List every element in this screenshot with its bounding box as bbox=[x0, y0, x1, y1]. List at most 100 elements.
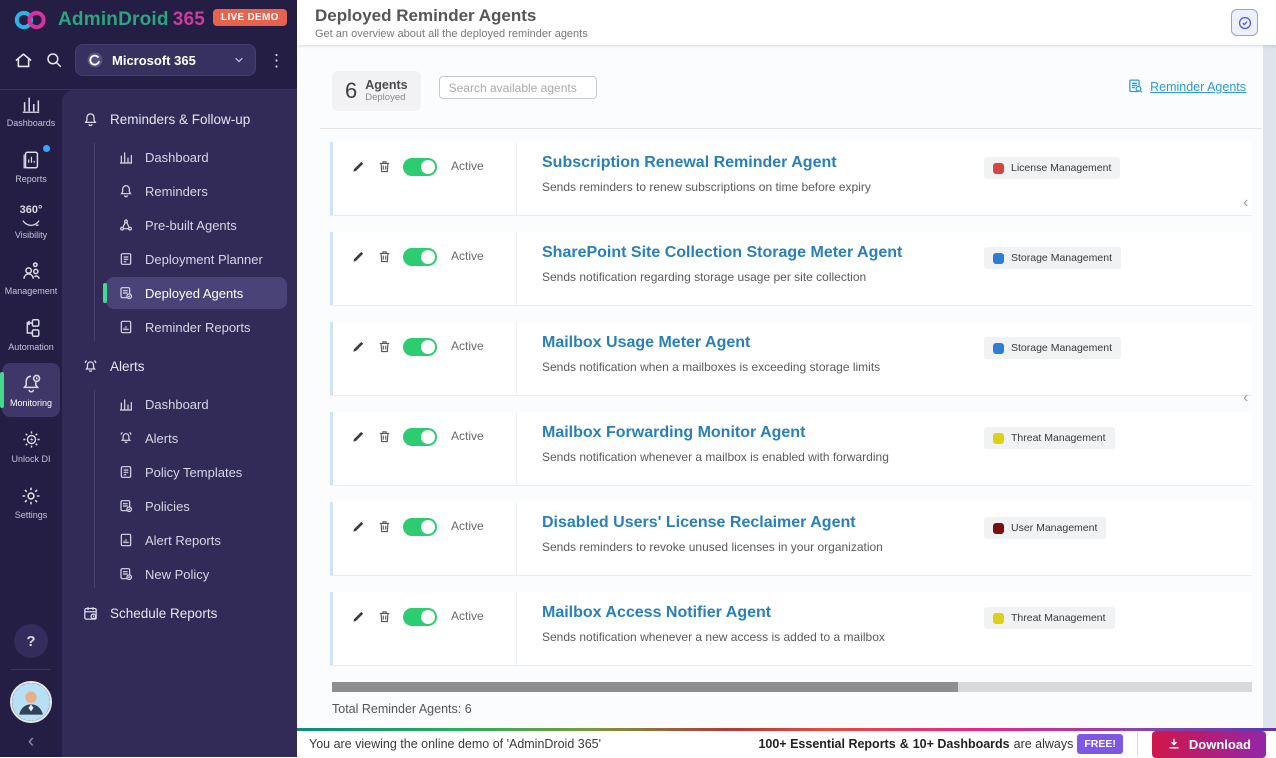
menu-section-reminders-followup[interactable]: Reminders & Follow-up bbox=[70, 102, 287, 139]
page-title: Deployed Reminder Agents bbox=[315, 5, 537, 25]
status-toggle[interactable] bbox=[403, 608, 437, 626]
agent-description: Sends reminders to revoke unused license… bbox=[542, 540, 883, 554]
workspace-selector[interactable]: Microsoft 365 bbox=[75, 44, 256, 76]
kebab-menu-icon[interactable]: ⋮ bbox=[268, 52, 285, 69]
scheduler-button[interactable] bbox=[1231, 9, 1258, 36]
rail-item-reports[interactable]: Reports bbox=[2, 139, 60, 193]
bell-ring-icon bbox=[82, 358, 99, 375]
status-toggle[interactable] bbox=[403, 158, 437, 176]
sidebar-collapse-chevron-icon[interactable]: ‹ bbox=[28, 732, 34, 751]
horizontal-scrollbar[interactable] bbox=[332, 682, 1252, 692]
menu-item-deployed-agents[interactable]: Deployed Agents bbox=[103, 277, 287, 309]
category-label: Storage Management bbox=[1011, 252, 1112, 264]
settings-gear-icon bbox=[20, 485, 42, 507]
rail-item-unlock-di[interactable]: Unlock DI bbox=[2, 419, 60, 473]
category-color-dot bbox=[993, 612, 1004, 624]
agent-name-link[interactable]: Mailbox Access Notifier Agent bbox=[542, 604, 771, 622]
category-label: Threat Management bbox=[1011, 612, 1106, 624]
main-panel: Deployed Reminder Agents Get an overview… bbox=[297, 0, 1276, 758]
divider bbox=[320, 128, 1262, 129]
status-toggle[interactable] bbox=[403, 518, 437, 536]
rail-bottom: ? ‹ bbox=[10, 624, 52, 757]
chevron-left-icon[interactable]: ‹ bbox=[1243, 195, 1257, 211]
status-toggle[interactable] bbox=[403, 248, 437, 266]
menu-item-deployment-planner[interactable]: Deployment Planner bbox=[106, 243, 287, 275]
divider bbox=[11, 669, 51, 670]
agent-description: Sends notification regarding storage usa… bbox=[542, 270, 867, 284]
workspace-label: Microsoft 365 bbox=[112, 52, 196, 68]
category-label: User Management bbox=[1011, 522, 1098, 534]
reminder-agents-link[interactable]: Reminder Agents bbox=[1127, 78, 1246, 95]
rail-item-automation[interactable]: Automation bbox=[2, 307, 60, 361]
user-avatar[interactable] bbox=[10, 681, 52, 723]
trash-icon[interactable] bbox=[377, 609, 392, 624]
agent-description: Sends notification whenever a new access… bbox=[542, 630, 885, 644]
search-input[interactable] bbox=[438, 76, 597, 99]
agent-name-link[interactable]: SharePoint Site Collection Storage Meter… bbox=[542, 244, 902, 262]
agent-name-link[interactable]: Mailbox Usage Meter Agent bbox=[542, 334, 750, 352]
pencil-icon[interactable] bbox=[351, 429, 366, 444]
menu-item-reminder-reports[interactable]: Reminder Reports bbox=[106, 311, 287, 343]
agents-count-labels: Agents Deployed bbox=[365, 78, 407, 104]
menu-item-alerts[interactable]: Alerts bbox=[106, 422, 287, 454]
chevron-left-icon[interactable]: ‹ bbox=[1243, 390, 1257, 406]
page-header-text: Deployed Reminder Agents Get an overview… bbox=[315, 6, 588, 40]
menu-item-schedule-reports[interactable]: Schedule Reports bbox=[70, 596, 287, 633]
menu-item-alert-reports[interactable]: Alert Reports bbox=[106, 524, 287, 556]
search-icon[interactable] bbox=[45, 51, 63, 69]
trash-icon[interactable] bbox=[377, 159, 392, 174]
pencil-icon[interactable] bbox=[351, 519, 366, 534]
module-rail: Dashboards Reports 360° Visibility Manag… bbox=[0, 82, 62, 757]
menu-item-reminders[interactable]: Reminders bbox=[106, 175, 287, 207]
rail-item-label: Automation bbox=[8, 341, 54, 352]
trash-icon[interactable] bbox=[377, 429, 392, 444]
status-label: Active bbox=[451, 429, 484, 443]
trash-icon[interactable] bbox=[377, 519, 392, 534]
menu-item-label: Reminder Reports bbox=[145, 319, 251, 335]
menu-item-new-policy[interactable]: New Policy bbox=[106, 558, 287, 590]
download-button[interactable]: Download bbox=[1151, 730, 1266, 758]
rail-item-monitoring[interactable]: Monitoring bbox=[0, 363, 60, 417]
agent-category-cell: Storage Management bbox=[984, 322, 1252, 395]
menu-item-prebuilt-agents[interactable]: Pre-built Agents bbox=[106, 209, 287, 241]
doc-search-icon bbox=[1127, 78, 1144, 95]
category-color-dot bbox=[993, 522, 1004, 534]
free-badge: FREE! bbox=[1077, 734, 1123, 754]
trash-icon[interactable] bbox=[377, 249, 392, 264]
agent-name-link[interactable]: Mailbox Forwarding Monitor Agent bbox=[542, 424, 805, 442]
promo-text: 100+ Essential Reports & 10+ Dashboards … bbox=[758, 737, 1073, 751]
rail-item-visibility[interactable]: 360° Visibility bbox=[2, 195, 60, 249]
agent-name-link[interactable]: Subscription Renewal Reminder Agent bbox=[542, 154, 837, 172]
menu-section-alerts[interactable]: Alerts bbox=[70, 349, 287, 386]
pencil-icon[interactable] bbox=[351, 609, 366, 624]
pencil-icon[interactable] bbox=[351, 339, 366, 354]
scrollbar-thumb[interactable] bbox=[332, 682, 958, 692]
agent-info: Subscription Renewal Reminder Agent Send… bbox=[516, 142, 984, 215]
menu-item-policies[interactable]: Policies bbox=[106, 490, 287, 522]
agent-info: Mailbox Usage Meter Agent Sends notifica… bbox=[516, 322, 984, 395]
rail-item-label: Unlock DI bbox=[11, 454, 51, 464]
agent-row: Active Disabled Users' License Reclaimer… bbox=[330, 502, 1252, 576]
menu-item-policy-templates[interactable]: Policy Templates bbox=[106, 456, 287, 488]
pencil-icon[interactable] bbox=[351, 249, 366, 264]
category-badge: Threat Management bbox=[984, 607, 1115, 629]
rail-item-label: Monitoring bbox=[9, 398, 53, 408]
home-icon[interactable] bbox=[14, 51, 33, 70]
rail-item-settings[interactable]: Settings bbox=[2, 475, 60, 529]
status-toggle[interactable] bbox=[403, 428, 437, 446]
agent-name-link[interactable]: Disabled Users' License Reclaimer Agent bbox=[542, 514, 856, 532]
agent-description: Sends reminders to renew subscriptions o… bbox=[542, 180, 871, 194]
rail-item-management[interactable]: Management bbox=[2, 251, 60, 305]
menu-item-alerts-dashboard[interactable]: Dashboard bbox=[106, 388, 287, 420]
rail-item-dashboards[interactable]: Dashboards bbox=[2, 83, 60, 137]
category-badge: Storage Management bbox=[984, 247, 1121, 269]
status-toggle[interactable] bbox=[403, 338, 437, 356]
menu-section-title: Reminders & Follow-up bbox=[110, 112, 251, 127]
trash-icon[interactable] bbox=[377, 339, 392, 354]
menu-item-dashboard[interactable]: Dashboard bbox=[106, 141, 287, 173]
pencil-icon[interactable] bbox=[351, 159, 366, 174]
help-button[interactable]: ? bbox=[14, 624, 48, 658]
category-label: Threat Management bbox=[1011, 432, 1106, 444]
brand-header: AdminDroid 365 LIVE DEMO bbox=[0, 0, 297, 35]
menu-item-label: Alerts bbox=[145, 430, 179, 446]
